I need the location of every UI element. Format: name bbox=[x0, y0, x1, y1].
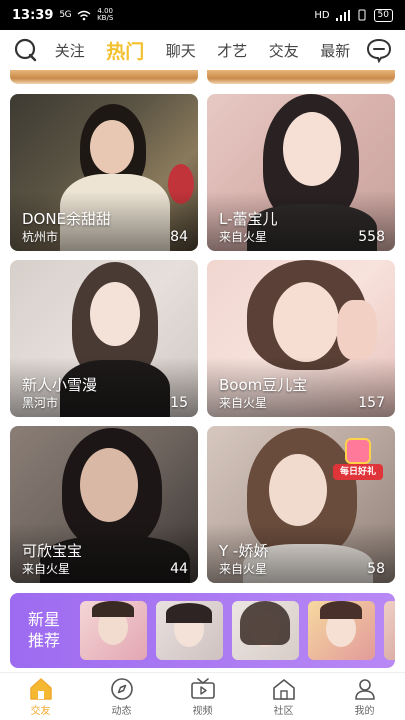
card-edge-right bbox=[207, 70, 395, 84]
card-count: 44 bbox=[170, 561, 188, 577]
new-stars-banner[interactable]: 新星推荐 bbox=[10, 593, 395, 668]
nav-label: 交友 bbox=[30, 705, 51, 717]
bottom-nav: 交友 动态 视频 社区 我的 bbox=[0, 672, 405, 720]
card-count: 84 bbox=[170, 229, 188, 245]
tab-hot[interactable]: 热门 bbox=[106, 37, 144, 64]
nav-video[interactable]: 视频 bbox=[173, 677, 233, 717]
streamer-card[interactable]: 新人小雪漫 黑河市 15 bbox=[10, 260, 198, 417]
nav-profile[interactable]: 我的 bbox=[335, 677, 395, 717]
cell-signal-icon bbox=[335, 9, 350, 21]
top-header: 关注 热门 聊天 才艺 交友 最新 bbox=[0, 30, 405, 70]
card-count: 15 bbox=[170, 395, 188, 411]
search-button[interactable] bbox=[12, 36, 40, 64]
streamer-card[interactable]: L-蕾宝儿 来自火星 558 bbox=[207, 94, 395, 251]
video-icon bbox=[190, 677, 216, 701]
tab-newest[interactable]: 最新 bbox=[320, 40, 350, 61]
card-count: 58 bbox=[367, 561, 385, 577]
tab-dating[interactable]: 交友 bbox=[269, 40, 299, 61]
nav-label: 动态 bbox=[111, 705, 132, 717]
status-bar: 13:39 5G 4.00 KB/S HD 50 bbox=[0, 0, 405, 30]
card-name: 可欣宝宝 bbox=[22, 542, 83, 560]
card-name: L-蕾宝儿 bbox=[219, 210, 278, 228]
gift-box-icon bbox=[345, 438, 371, 464]
status-time: 13:39 bbox=[12, 7, 54, 23]
card-name: 新人小雪漫 bbox=[22, 376, 98, 394]
status-right: HD 50 bbox=[314, 8, 393, 22]
messages-button[interactable] bbox=[365, 36, 393, 64]
profile-icon bbox=[352, 677, 378, 701]
compass-icon bbox=[109, 677, 135, 701]
card-location: 黑河市 bbox=[22, 396, 59, 410]
new-stars-label: 新星推荐 bbox=[28, 610, 61, 650]
streamer-card[interactable]: Boom豆儿宝 来自火星 157 bbox=[207, 260, 395, 417]
daily-gift-badge[interactable]: 每日好礼 bbox=[331, 434, 385, 488]
card-location: 来自火星 bbox=[219, 562, 268, 576]
previous-row-edge bbox=[0, 70, 405, 84]
tab-chat[interactable]: 聊天 bbox=[166, 40, 196, 61]
battery-indicator: 50 bbox=[373, 8, 393, 22]
card-location: 杭州市 bbox=[22, 230, 59, 244]
vibrate-icon bbox=[358, 9, 366, 21]
card-count: 157 bbox=[358, 395, 385, 411]
nav-feed[interactable]: 动态 bbox=[92, 677, 152, 717]
card-count: 558 bbox=[358, 229, 385, 245]
tab-follow[interactable]: 关注 bbox=[55, 40, 85, 61]
community-icon bbox=[271, 677, 297, 701]
card-name: DONE余甜甜 bbox=[22, 210, 112, 228]
nav-label: 视频 bbox=[192, 705, 213, 717]
streamer-card[interactable]: 每日好礼 Y -娇娇 来自火星 58 bbox=[207, 426, 395, 583]
card-name: Boom豆儿宝 bbox=[219, 376, 308, 394]
daily-gift-label: 每日好礼 bbox=[333, 464, 383, 480]
category-tabs: 关注 热门 聊天 才艺 交友 最新 bbox=[40, 37, 365, 64]
home-icon bbox=[28, 677, 54, 701]
card-name: Y -娇娇 bbox=[219, 542, 269, 560]
new-star-thumb[interactable] bbox=[384, 601, 395, 660]
card-location: 来自火星 bbox=[219, 396, 268, 410]
streamer-card[interactable]: 可欣宝宝 来自火星 44 bbox=[10, 426, 198, 583]
nav-label: 社区 bbox=[273, 705, 294, 717]
wifi-icon bbox=[77, 10, 91, 20]
new-star-thumb[interactable] bbox=[308, 601, 375, 660]
tab-talent[interactable]: 才艺 bbox=[217, 40, 247, 61]
nav-label: 我的 bbox=[354, 705, 375, 717]
hd-indicator: HD bbox=[314, 9, 330, 21]
new-star-thumb[interactable] bbox=[156, 601, 223, 660]
search-icon bbox=[14, 38, 37, 62]
card-location: 来自火星 bbox=[219, 230, 268, 244]
chat-bubble-icon bbox=[366, 38, 392, 63]
card-location: 来自火星 bbox=[22, 562, 71, 576]
card-edge-left bbox=[10, 70, 198, 84]
streamer-card[interactable]: DONE余甜甜 杭州市 84 bbox=[10, 94, 198, 251]
signal-indicator: 5G bbox=[59, 10, 72, 20]
status-left: 13:39 5G 4.00 KB/S bbox=[12, 8, 113, 23]
network-speed-unit: KB/S bbox=[97, 14, 114, 22]
new-star-thumb[interactable] bbox=[232, 601, 299, 660]
nav-community[interactable]: 社区 bbox=[254, 677, 314, 717]
network-speed: 4.00 KB/S bbox=[97, 8, 113, 22]
new-star-thumb[interactable] bbox=[80, 601, 147, 660]
nav-dating[interactable]: 交友 bbox=[11, 677, 71, 717]
